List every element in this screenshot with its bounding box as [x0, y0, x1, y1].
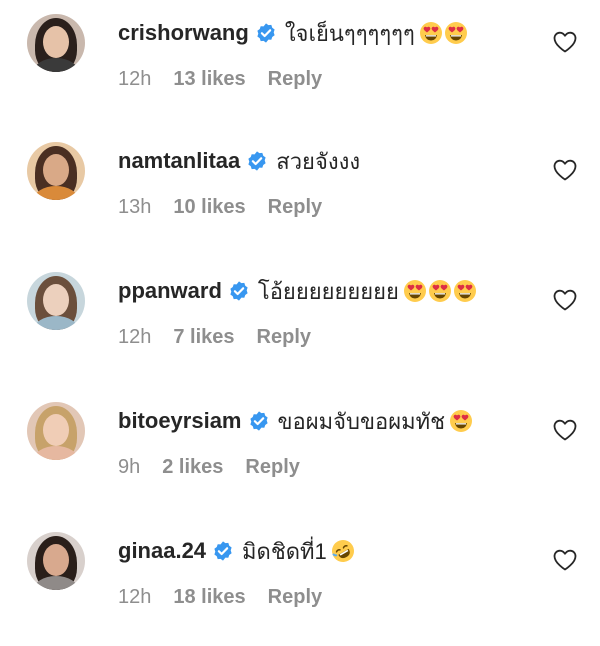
rofl-emoji-icon — [331, 540, 354, 562]
avatar[interactable] — [27, 272, 85, 330]
comment-body: namtanlitaa สวยจังงง — [118, 144, 360, 178]
comment-row: bitoeyrsiam ขอผมจับขอผมทัช 9h 2 likes Reply — [0, 396, 600, 516]
reply-button[interactable]: Reply — [268, 586, 322, 609]
timestamp: 12h — [118, 326, 152, 348]
comments-list: crishorwang ใจเย็นๆๆๆๆๆๆ 12h 13 likes Reply n… — [0, 0, 600, 617]
timestamp: 13h — [118, 196, 152, 218]
verified-badge-icon — [230, 281, 248, 301]
likes-count-button[interactable]: 13 likes — [173, 68, 245, 91]
heart-eyes-emoji-icon — [444, 22, 467, 44]
timestamp: 9h — [118, 456, 141, 478]
comment-row: namtanlitaa สวยจังงง 13h 10 likes Reply — [0, 136, 600, 256]
emoji-group — [418, 21, 468, 45]
avatar[interactable] — [27, 402, 85, 460]
reply-button[interactable]: Reply — [268, 68, 322, 91]
comment-meta: 12h 18 likes Reply — [118, 586, 322, 609]
username-link[interactable]: ppanward — [118, 278, 222, 304]
comment-meta: 12h 7 likes Reply — [118, 326, 311, 349]
avatar[interactable] — [27, 142, 85, 200]
like-heart-icon[interactable] — [552, 548, 578, 572]
likes-count-button[interactable]: 18 likes — [173, 586, 245, 609]
comment-text: มิดชิดที่1 — [242, 538, 327, 564]
comment-text: สวยจังงง — [276, 148, 361, 174]
heart-eyes-emoji-icon — [403, 280, 426, 302]
avatar[interactable] — [27, 532, 85, 590]
comment-meta: 9h 2 likes Reply — [118, 456, 300, 479]
emoji-group — [330, 539, 355, 563]
likes-count-button[interactable]: 7 likes — [173, 326, 234, 349]
heart-eyes-emoji-icon — [428, 280, 451, 302]
reply-button[interactable]: Reply — [268, 196, 322, 219]
heart-eyes-emoji-icon — [419, 22, 442, 44]
username-link[interactable]: crishorwang — [118, 20, 249, 46]
emoji-group — [402, 279, 477, 303]
timestamp: 12h — [118, 586, 152, 608]
verified-badge-icon — [248, 151, 266, 171]
avatar[interactable] — [27, 14, 85, 72]
verified-badge-icon — [257, 23, 275, 43]
like-heart-icon[interactable] — [552, 288, 578, 312]
reply-button[interactable]: Reply — [257, 326, 311, 349]
comment-meta: 13h 10 likes Reply — [118, 196, 322, 219]
comment-text: โอ้ยยยยยยยยย — [257, 278, 399, 304]
comment-body: bitoeyrsiam ขอผมจับขอผมทัช — [118, 404, 473, 438]
verified-badge-icon — [249, 411, 268, 431]
like-heart-icon[interactable] — [552, 158, 578, 182]
heart-eyes-emoji-icon — [453, 280, 476, 302]
comment-body: ginaa.24 มิดชิดที่1 — [118, 534, 355, 568]
comment-body: ppanward โอ้ยยยยยยยยย — [118, 274, 477, 308]
comment-row: ginaa.24 มิดชิดที่1 12h 18 likes Reply — [0, 526, 600, 646]
likes-count-button[interactable]: 2 likes — [162, 456, 223, 479]
comment-row: ppanward โอ้ยยยยยยยยย 12h 7 likes Reply — [0, 266, 600, 386]
like-heart-icon[interactable] — [552, 30, 578, 54]
comment-text: ใจเย็นๆๆๆๆๆๆ — [284, 20, 415, 46]
reply-button[interactable]: Reply — [245, 456, 299, 479]
username-link[interactable]: ginaa.24 — [118, 538, 206, 564]
like-heart-icon[interactable] — [552, 418, 578, 442]
comment-body: crishorwang ใจเย็นๆๆๆๆๆๆ — [118, 16, 468, 50]
verified-badge-icon — [214, 541, 232, 561]
comment-text: ขอผมจับขอผมทัช — [277, 408, 446, 434]
comment-meta: 12h 13 likes Reply — [118, 68, 322, 91]
comment-row: crishorwang ใจเย็นๆๆๆๆๆๆ 12h 13 likes Reply — [0, 8, 600, 128]
username-link[interactable]: bitoeyrsiam — [118, 408, 242, 434]
emoji-group — [448, 409, 473, 433]
likes-count-button[interactable]: 10 likes — [173, 196, 245, 219]
username-link[interactable]: namtanlitaa — [118, 148, 240, 174]
timestamp: 12h — [118, 68, 152, 90]
heart-eyes-emoji-icon — [450, 410, 473, 432]
